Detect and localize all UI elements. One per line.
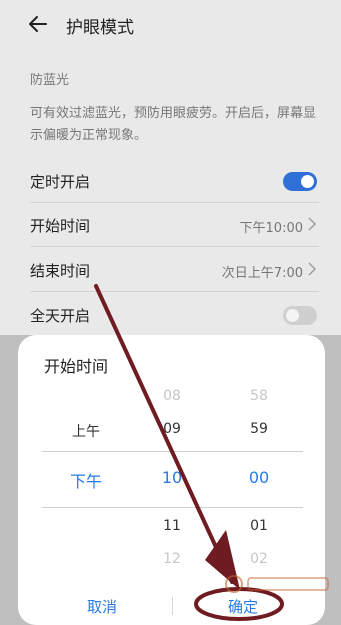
dialog-title: 开始时间 xyxy=(44,357,109,376)
confirm-button[interactable]: 确定 xyxy=(203,596,283,617)
description-text: 可有效过滤蓝光，预防用眼疲劳。开启后，屏幕显示偏暖为正常现象。 xyxy=(30,106,317,143)
divider xyxy=(30,291,319,292)
minute-option[interactable]: 58 xyxy=(229,388,289,404)
hour-option[interactable]: 12 xyxy=(142,551,202,567)
picker-selection-line-bottom xyxy=(42,507,303,508)
scheduled-toggle[interactable] xyxy=(283,172,317,191)
row-all-day[interactable]: 全天开启 xyxy=(0,293,341,337)
minute-option[interactable]: 02 xyxy=(229,551,289,567)
cancel-button[interactable]: 取消 xyxy=(62,596,142,617)
divider xyxy=(30,246,319,247)
all-day-toggle[interactable] xyxy=(283,306,317,325)
hour-option[interactable]: 11 xyxy=(142,518,202,534)
ampm-selected[interactable]: 下午 xyxy=(56,468,116,492)
minute-option[interactable]: 01 xyxy=(229,518,289,534)
row-label: 全天开启 xyxy=(30,307,91,325)
row-value: 次日上午7:00 xyxy=(221,266,303,281)
toggle-knob xyxy=(301,175,314,188)
row-label: 定时开启 xyxy=(30,173,91,191)
toggle-knob xyxy=(286,309,299,322)
minute-option[interactable]: 59 xyxy=(229,421,289,437)
hour-option[interactable]: 08 xyxy=(142,388,202,404)
row-start-time[interactable]: 开始时间 下午10:00 xyxy=(0,203,341,247)
hour-selected[interactable]: 10 xyxy=(142,468,202,487)
chevron-right-icon xyxy=(308,262,316,276)
button-divider xyxy=(172,597,173,615)
header: 护眼模式 xyxy=(0,0,341,52)
row-value: 下午10:00 xyxy=(239,221,303,236)
chevron-right-icon xyxy=(308,217,316,231)
watermark-icon xyxy=(225,575,329,593)
ampm-option[interactable]: 上午 xyxy=(56,421,116,441)
row-label: 结束时间 xyxy=(30,262,91,280)
minute-selected[interactable]: 00 xyxy=(229,468,289,487)
row-end-time[interactable]: 结束时间 次日上午7:00 xyxy=(0,248,341,292)
row-scheduled-on[interactable]: 定时开启 xyxy=(0,159,341,203)
hour-option[interactable]: 09 xyxy=(142,421,202,437)
watermark-logo xyxy=(224,572,334,599)
section-label: 防蓝光 xyxy=(30,73,70,88)
row-label: 开始时间 xyxy=(30,217,91,235)
page-title: 护眼模式 xyxy=(66,18,134,38)
picker-selection-line-top xyxy=(42,451,303,452)
back-arrow-icon[interactable] xyxy=(26,12,50,36)
